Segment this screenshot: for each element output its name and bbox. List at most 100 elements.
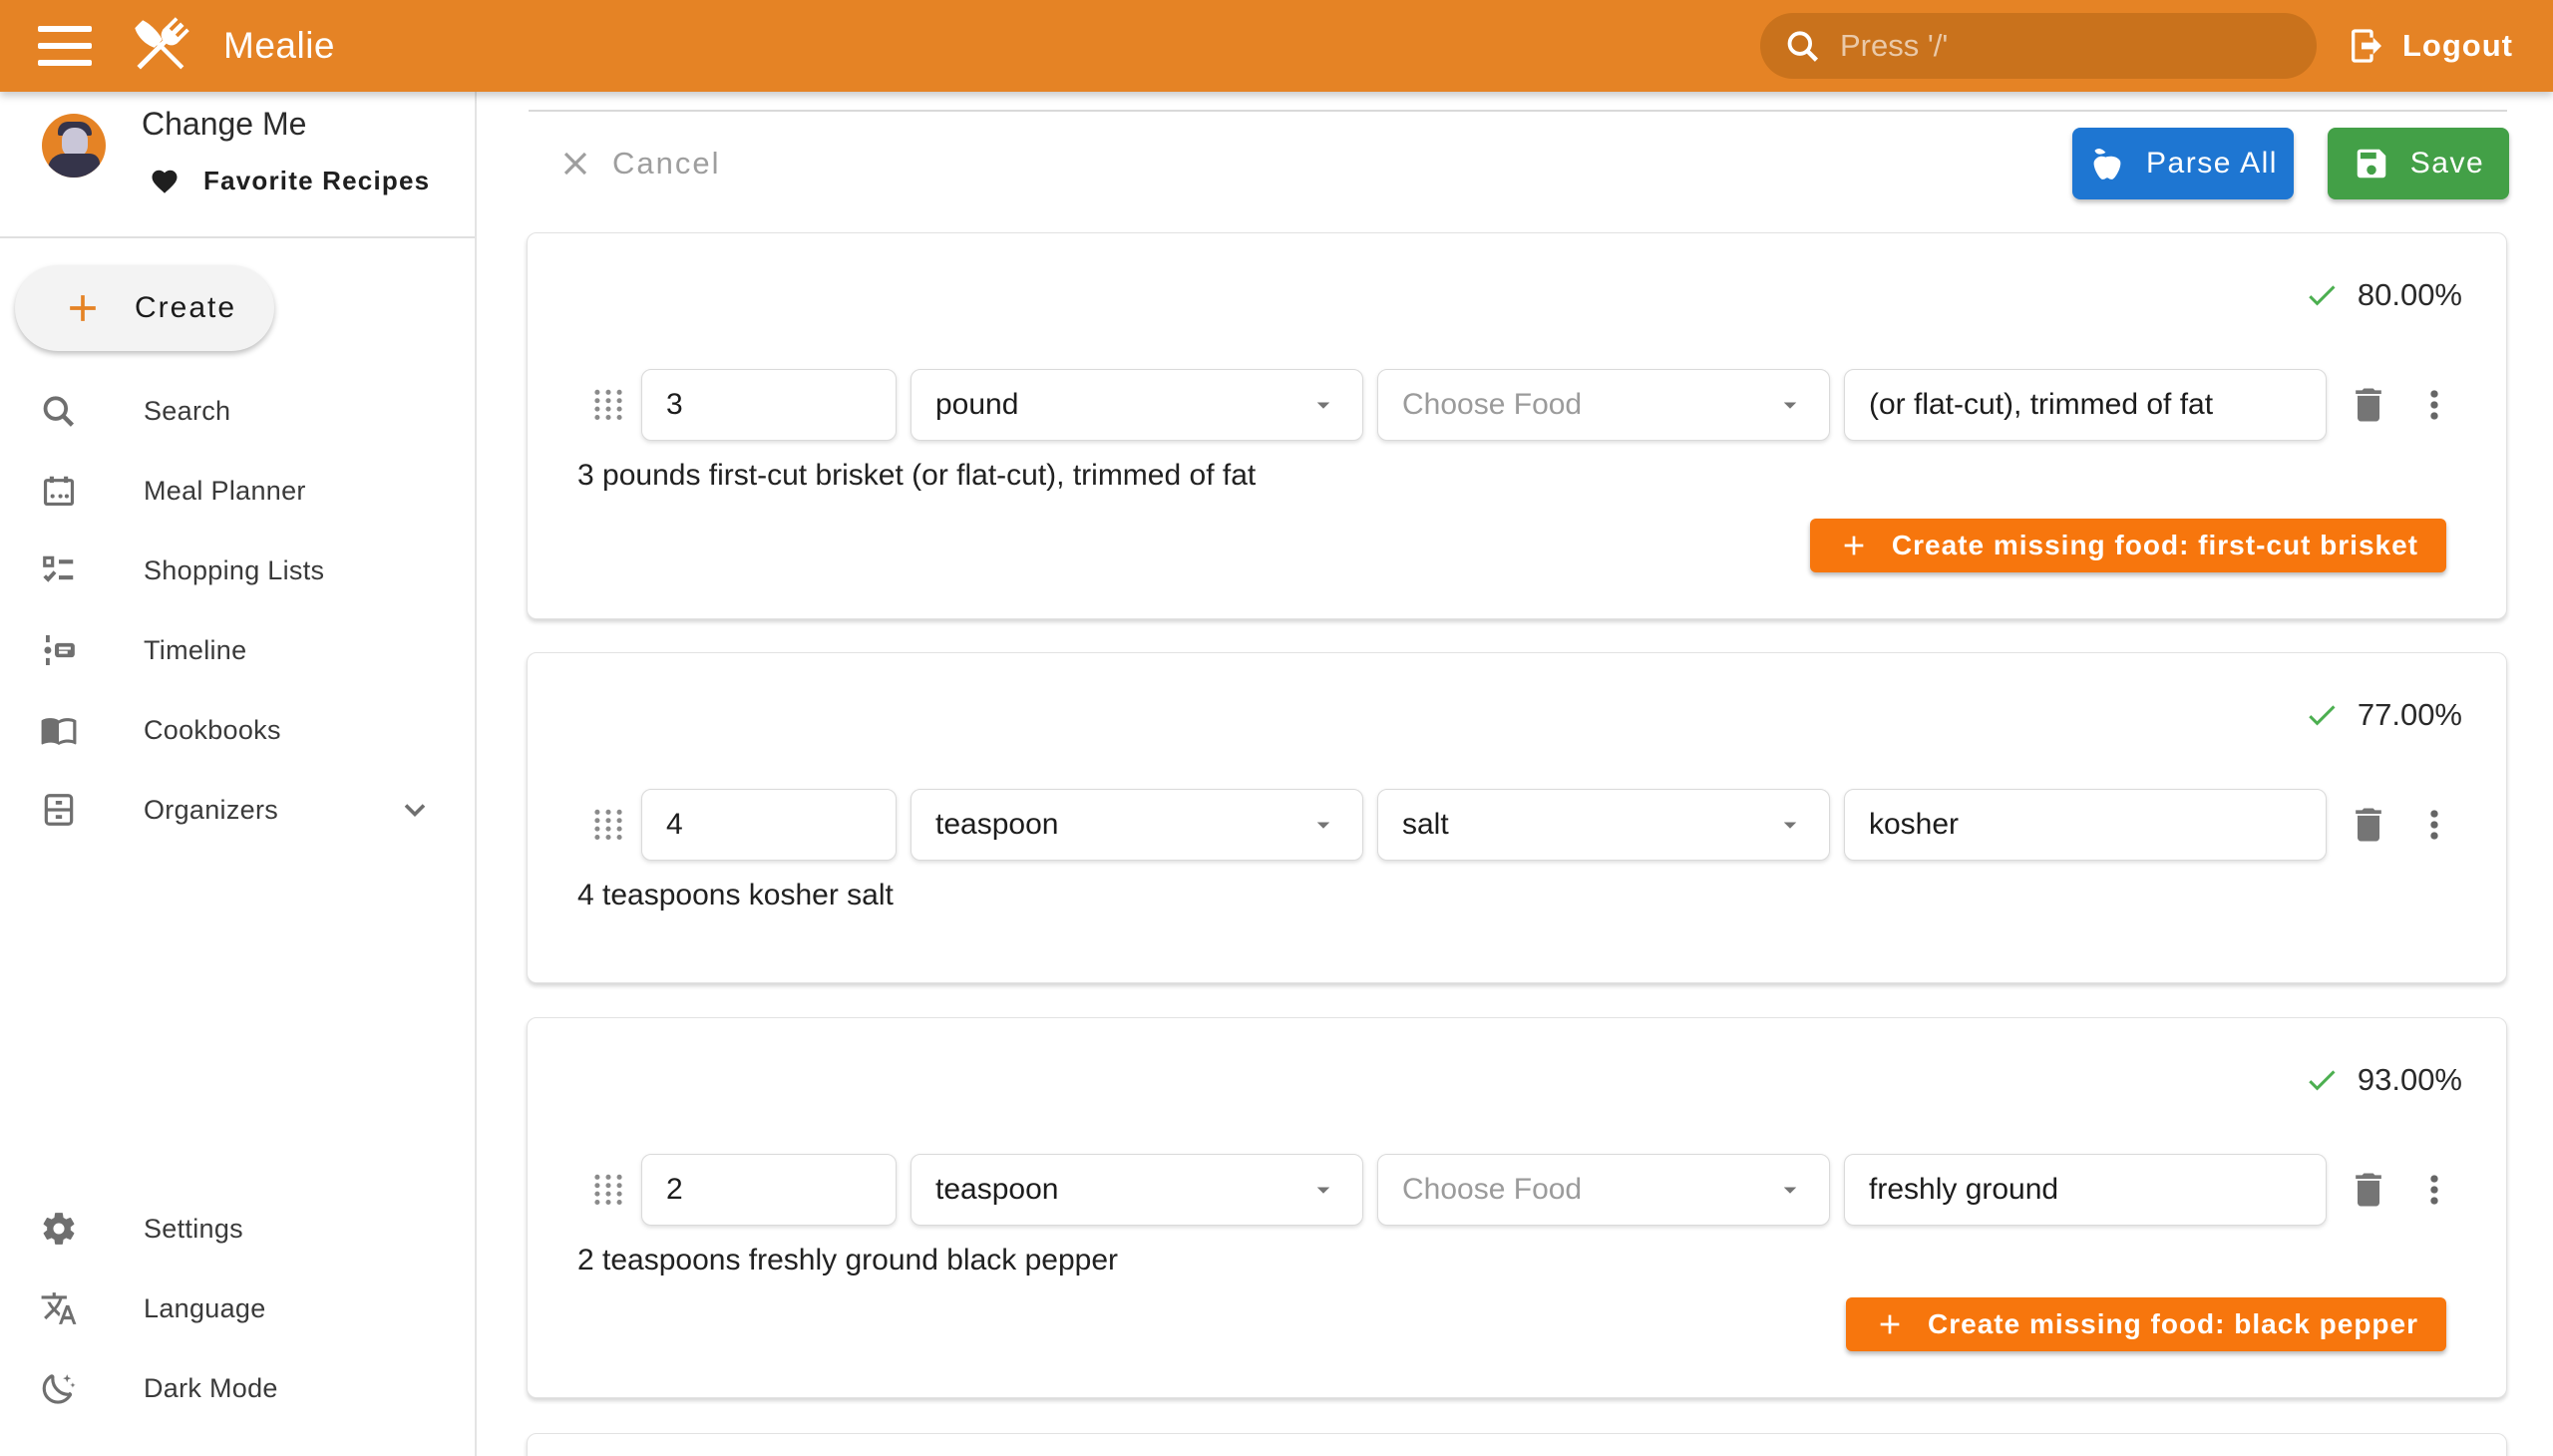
quantity-input[interactable] <box>666 388 872 422</box>
ingredient-fields-row: teaspoon Choose Food <box>589 1154 2466 1226</box>
user-profile[interactable]: Change Me Favorite Recipes <box>0 92 475 236</box>
note-input[interactable] <box>1869 1173 2302 1207</box>
mealie-logo-icon <box>124 9 197 83</box>
avatar <box>42 114 106 178</box>
kebab-menu-icon[interactable] <box>2412 803 2456 847</box>
original-ingredient-text: 2 teaspoons freshly ground black pepper <box>577 1244 1118 1277</box>
user-name: Change Me <box>142 106 306 143</box>
parser-toolbar: Cancel Parse All Save <box>529 128 2509 199</box>
sidebar-item-shopping-lists[interactable]: Shopping Lists <box>0 531 475 610</box>
drag-handle-icon[interactable] <box>589 1166 627 1214</box>
favorite-recipes-label: Favorite Recipes <box>203 166 430 196</box>
menu-icon[interactable] <box>38 26 92 66</box>
sidebar-item-organizers[interactable]: Organizers <box>0 770 475 850</box>
moon-icon <box>40 1369 78 1407</box>
sidebar-item-label: Search <box>144 396 230 427</box>
ingredient-card: 80.00% pound Choose Food <box>527 232 2507 619</box>
sidebar-item-settings[interactable]: Settings <box>0 1189 475 1269</box>
original-ingredient-text: 3 pounds first-cut brisket (or flat-cut)… <box>577 459 1256 493</box>
caret-down-icon <box>1775 1175 1805 1205</box>
organizer-icon <box>40 791 78 829</box>
trash-icon[interactable] <box>2347 1168 2390 1212</box>
trash-icon[interactable] <box>2347 383 2390 427</box>
sidebar-item-cookbooks[interactable]: Cookbooks <box>0 690 475 770</box>
create-missing-food-button[interactable]: Create missing food: black pepper <box>1846 1297 2446 1351</box>
logout-label: Logout <box>2402 28 2513 64</box>
confidence-value: 77.00% <box>2358 697 2462 733</box>
sidebar-item-timeline[interactable]: Timeline <box>0 610 475 690</box>
sidebar-item-meal-planner[interactable]: Meal Planner <box>0 451 475 531</box>
note-input[interactable] <box>1869 388 2302 422</box>
save-label: Save <box>2410 147 2484 181</box>
check-icon <box>2304 697 2340 733</box>
quantity-input[interactable] <box>666 1173 872 1207</box>
food-select[interactable]: salt <box>1377 789 1830 861</box>
cancel-label: Cancel <box>612 146 721 182</box>
note-field[interactable] <box>1844 369 2327 441</box>
quantity-field[interactable] <box>641 369 897 441</box>
check-icon <box>2304 1062 2340 1098</box>
trash-icon[interactable] <box>2347 803 2390 847</box>
search-input[interactable] <box>1840 28 2293 64</box>
confidence-value: 93.00% <box>2358 1062 2462 1098</box>
unit-select[interactable]: teaspoon <box>911 789 1363 861</box>
caret-down-icon <box>1775 390 1805 420</box>
timeline-icon <box>40 631 78 669</box>
note-field[interactable] <box>1844 1154 2327 1226</box>
food-placeholder: Choose Food <box>1402 388 1582 422</box>
sidebar-item-language[interactable]: Language <box>0 1269 475 1348</box>
quantity-field[interactable] <box>641 789 897 861</box>
confidence-indicator: 93.00% <box>2304 1062 2462 1098</box>
plus-icon <box>1838 530 1870 561</box>
drag-handle-icon[interactable] <box>589 801 627 849</box>
sidebar-item-label: Cookbooks <box>144 715 281 746</box>
cancel-button[interactable]: Cancel <box>556 128 721 199</box>
sidebar-item-label: Dark Mode <box>144 1373 278 1404</box>
food-select[interactable]: Choose Food <box>1377 369 1830 441</box>
logout-button[interactable]: Logout <box>2347 26 2513 66</box>
note-field[interactable] <box>1844 789 2327 861</box>
ingredient-fields-row: pound Choose Food <box>589 369 2466 441</box>
main-content: Cancel Parse All Save 80.00% <box>477 92 2553 1456</box>
unit-select[interactable]: pound <box>911 369 1363 441</box>
apple-icon <box>2088 145 2126 182</box>
kebab-menu-icon[interactable] <box>2412 383 2456 427</box>
drag-handle-icon[interactable] <box>589 381 627 429</box>
app-title: Mealie <box>223 25 335 67</box>
content-top-divider <box>529 110 2507 112</box>
quantity-input[interactable] <box>666 808 872 842</box>
sidebar-item-dark-mode[interactable]: Dark Mode <box>0 1348 475 1428</box>
chevron-down-icon[interactable] <box>397 792 433 828</box>
note-input[interactable] <box>1869 808 2302 842</box>
unit-select[interactable]: teaspoon <box>911 1154 1363 1226</box>
ingredient-card: 77.00% teaspoon salt <box>527 652 2507 983</box>
sidebar: Change Me Favorite Recipes Create Search… <box>0 92 477 1456</box>
quantity-field[interactable] <box>641 1154 897 1226</box>
sidebar-divider <box>0 236 475 238</box>
checklist-icon <box>40 551 78 589</box>
parse-all-button[interactable]: Parse All <box>2072 128 2294 199</box>
gear-icon <box>40 1210 78 1248</box>
ingredient-fields-row: teaspoon salt <box>589 789 2466 861</box>
food-select[interactable]: Choose Food <box>1377 1154 1830 1226</box>
search-icon <box>40 392 78 430</box>
caret-down-icon <box>1308 1175 1338 1205</box>
create-label: Create <box>135 291 236 325</box>
plus-icon <box>61 286 105 330</box>
parse-all-label: Parse All <box>2146 147 2278 181</box>
unit-value: teaspoon <box>935 808 1058 842</box>
favorite-recipes-link[interactable]: Favorite Recipes <box>150 166 430 196</box>
save-button[interactable]: Save <box>2328 128 2509 199</box>
create-button[interactable]: Create <box>15 265 274 351</box>
create-missing-food-button[interactable]: Create missing food: first-cut brisket <box>1810 519 2446 572</box>
sidebar-item-search[interactable]: Search <box>0 371 475 451</box>
global-search[interactable] <box>1760 13 2317 79</box>
confidence-value: 80.00% <box>2358 277 2462 313</box>
kebab-menu-icon[interactable] <box>2412 1168 2456 1212</box>
unit-value: pound <box>935 388 1018 422</box>
close-icon <box>556 145 594 182</box>
calendar-icon <box>40 472 78 510</box>
confidence-indicator: 80.00% <box>2304 277 2462 313</box>
unit-value: teaspoon <box>935 1173 1058 1207</box>
sidebar-nav: Search Meal Planner Shopping Lists Timel… <box>0 371 475 850</box>
